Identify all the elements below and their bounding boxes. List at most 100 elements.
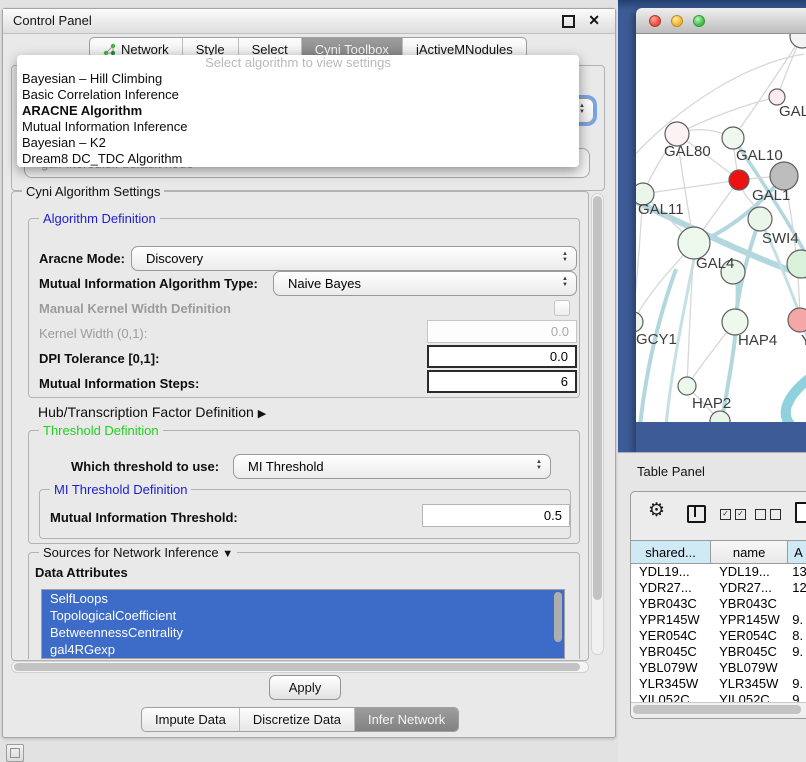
dropdown-item-bayesian-hill-climbing[interactable]: Bayesian – Hill Climbing	[17, 71, 579, 87]
cell-value: 9.	[788, 612, 806, 628]
zoom-window-icon[interactable]	[693, 15, 705, 27]
which-threshold-combo[interactable]: MI Threshold ▲▼	[233, 454, 551, 479]
dpi-tolerance-field[interactable]: 0.0	[427, 345, 577, 368]
aracne-mode-value: Discovery	[146, 251, 203, 266]
page-icon[interactable]	[795, 502, 806, 523]
settings-vertical-scrollbar[interactable]	[591, 193, 604, 655]
table-row[interactable]: YIL052CYIL052C9	[631, 692, 806, 702]
float-panel-icon[interactable]	[562, 15, 575, 28]
aracne-mode-label: Aracne Mode:	[39, 251, 125, 266]
checked-box-icon: ✓	[720, 509, 731, 520]
tab-impute-data[interactable]: Impute Data	[142, 708, 239, 731]
node-gal1[interactable]	[729, 170, 749, 190]
kernel-width-field[interactable]: 0.0	[427, 320, 577, 343]
column-header-label: A	[794, 545, 803, 560]
node-top-right[interactable]	[790, 34, 806, 48]
cell-value: 9.	[788, 676, 806, 692]
cell-shared: YBR043C	[631, 596, 711, 612]
list-item-betweennesscentrality[interactable]: BetweennessCentrality	[42, 624, 564, 641]
mi-threshold-group: MI Threshold Definition Mutual Informati…	[39, 489, 571, 539]
table-header: shared... name A	[631, 540, 806, 564]
table-row[interactable]: YBR043CYBR043C	[631, 596, 806, 612]
tab-discretize-data[interactable]: Discretize Data	[239, 708, 354, 731]
node-gray[interactable]	[770, 162, 798, 190]
table-horizontal-scrollbar[interactable]	[631, 702, 806, 715]
settings-hscrollbar-thumb[interactable]	[14, 663, 580, 671]
docked-window-icon[interactable]	[6, 744, 24, 762]
dropdown-item-bayesian-k2[interactable]: Bayesian – K2	[17, 135, 579, 151]
node-right-green[interactable]	[787, 250, 806, 278]
node-hap2[interactable]	[678, 377, 696, 395]
minimize-window-icon[interactable]	[671, 15, 683, 27]
cell-shared: YER054C	[631, 628, 711, 644]
mi-steps-value: 6	[561, 374, 568, 389]
split-columns-icon[interactable]	[687, 505, 706, 523]
settings-horizontal-scrollbar[interactable]	[11, 661, 589, 673]
table-row[interactable]: YDR27...YDR27...12	[631, 580, 806, 596]
table-body: YDL19...YDL19...13 YDR27...YDR27...12 YB…	[631, 564, 806, 702]
table-row[interactable]: YBR045CYBR045C9.	[631, 644, 806, 660]
mi-threshold-field[interactable]: 0.5	[422, 504, 570, 527]
threshold-definition-group: Threshold Definition Which threshold to …	[28, 430, 580, 544]
network-labels: GAL GAL80 GAL10 GAL1 GAL11 SWI4 GAL4 GCY…	[636, 103, 806, 412]
dropdown-prompt: Select algorithm to view settings	[17, 55, 579, 71]
list-scrollbar-thumb[interactable]	[554, 592, 562, 642]
table-row[interactable]: YPR145WYPR145W9.	[631, 612, 806, 628]
dropdown-item-basic-correlation[interactable]: Basic Correlation Inference	[17, 87, 579, 103]
algorithm-dropdown-popup: Select algorithm to view settings Bayesi…	[17, 55, 579, 167]
cell-shared: YIL052C	[631, 692, 711, 702]
gear-icon[interactable]: ⚙	[648, 501, 665, 520]
list-item-topologicalcoefficient[interactable]: TopologicalCoefficient	[42, 607, 564, 624]
list-item-selfloops[interactable]: SelfLoops	[42, 590, 564, 607]
network-window-titlebar[interactable]	[636, 8, 806, 34]
aracne-mode-combo[interactable]: Discovery ▲▼	[131, 246, 577, 271]
sources-title-text: Sources for Network Inference	[43, 545, 219, 560]
network-graph: GAL GAL80 GAL10 GAL1 GAL11 SWI4 GAL4 GCY…	[636, 34, 806, 422]
mi-steps-field[interactable]: 6	[427, 370, 577, 393]
node-label-hap4: HAP4	[738, 332, 777, 349]
cell-shared: YBR045C	[631, 644, 711, 660]
dropdown-item-mutual-information[interactable]: Mutual Information Inference	[17, 119, 579, 135]
cell-name: YER054C	[711, 628, 788, 644]
cell-value: 9.	[788, 644, 806, 660]
list-item-gal4rgexp[interactable]: gal4RGexp	[42, 641, 564, 658]
manual-kernel-checkbox[interactable]	[554, 300, 570, 316]
apply-button[interactable]: Apply	[269, 675, 341, 700]
deselect-all-icon[interactable]	[755, 509, 781, 520]
table-hscrollbar-thumb[interactable]	[633, 705, 801, 714]
cyni-algorithm-settings-group: Cyni Algorithm Settings Algorithm Defini…	[11, 191, 589, 661]
data-attributes-label: Data Attributes	[35, 565, 128, 580]
node-label-gal4: GAL4	[696, 255, 734, 272]
close-panel-icon[interactable]: ✕	[588, 12, 600, 29]
column-header-name[interactable]: name	[711, 541, 788, 563]
combo-arrows-icon: ▲▼	[562, 276, 568, 288]
dropdown-item-dream8[interactable]: Dream8 DC_TDC Algorithm	[17, 151, 579, 167]
cell-name: YBL079W	[711, 660, 788, 676]
node-salmon[interactable]	[788, 308, 806, 332]
cell-name: YIL052C	[711, 692, 788, 702]
node-gcy1[interactable]	[636, 312, 643, 332]
settings-scrollbar-thumb[interactable]	[593, 196, 602, 600]
collapse-down-icon[interactable]: ▼	[222, 548, 233, 560]
sources-group: Sources for Network Inference ▼ Data Att…	[28, 552, 580, 659]
table-row[interactable]: YLR345WYLR345W9.	[631, 676, 806, 692]
panel-title: Control Panel	[13, 13, 92, 28]
algorithm-definition-title: Algorithm Definition	[39, 211, 160, 226]
column-header-partial[interactable]: A	[788, 541, 806, 563]
select-all-icon[interactable]: ✓ ✓	[720, 509, 746, 520]
node-swi4[interactable]	[748, 207, 772, 231]
cell-name: YBR043C	[711, 596, 788, 612]
dropdown-item-aracne[interactable]: ARACNE Algorithm	[17, 103, 579, 119]
network-canvas[interactable]: GAL GAL80 GAL10 GAL1 GAL11 SWI4 GAL4 GCY…	[636, 34, 806, 422]
node-gal10[interactable]	[722, 127, 744, 149]
table-row[interactable]: YDL19...YDL19...13	[631, 564, 806, 580]
dpi-tolerance-value: 0.0	[550, 349, 568, 364]
hub-definition-toggle[interactable]: Hub/Transcription Factor Definition ▶	[38, 404, 266, 420]
node-label-gal-partial: GAL	[779, 103, 806, 120]
close-window-icon[interactable]	[649, 15, 661, 27]
mi-type-combo[interactable]: Naive Bayes ▲▼	[273, 271, 577, 296]
table-row[interactable]: YER054CYER054C8.	[631, 628, 806, 644]
tab-infer-network[interactable]: Infer Network	[354, 708, 458, 731]
table-row[interactable]: YBL079WYBL079W	[631, 660, 806, 676]
column-header-sharedname[interactable]: shared...	[631, 541, 711, 563]
